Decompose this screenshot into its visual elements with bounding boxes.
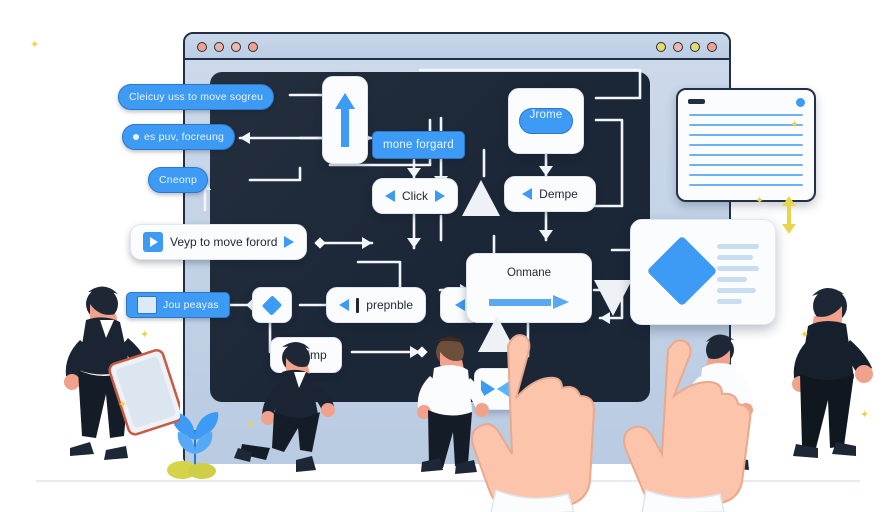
person-dark-outfit-right (792, 287, 873, 458)
arrow-left-icon (339, 299, 349, 311)
node-label: prepnble (366, 298, 413, 312)
vertical-double-arrow-icon (782, 196, 796, 234)
arrow-right-icon (435, 190, 445, 202)
arrow-right-icon (284, 236, 295, 248)
node-cleicuy-move-sogreu[interactable]: Cleicuy uss to move sogreu (118, 84, 275, 110)
arrow-up-icon (335, 93, 355, 147)
sparkle-icon-8: ✦ (790, 119, 800, 131)
diamond-icon (646, 235, 718, 307)
node-diamond-card[interactable] (252, 287, 292, 323)
sparkle-icon-5: ✦ (800, 329, 810, 341)
sparkle-icon-4: ✦ (755, 195, 765, 207)
person-carrying-tablet (64, 286, 180, 460)
detail-text-lines (717, 244, 759, 310)
window-dot-1[interactable] (197, 42, 207, 52)
window-dot-8[interactable] (707, 42, 717, 52)
sparkle-icon-1: ✦ (30, 39, 40, 51)
node-label: Jrome (518, 108, 574, 134)
window-dots-right (656, 42, 717, 52)
node-jrome-card[interactable]: Jrome (508, 88, 584, 154)
node-up-arrow-card[interactable] (322, 76, 368, 164)
play-icon (143, 232, 163, 252)
node-label: Onmane (506, 267, 552, 279)
node-es-puv-focreung[interactable]: es puv, focreung (122, 124, 236, 150)
document-text-lines (689, 114, 803, 194)
bullet-dot-icon (133, 134, 139, 140)
browser-titlebar (185, 34, 729, 60)
arrow-left-icon (385, 190, 395, 202)
node-dempe[interactable]: Dempe (504, 176, 596, 212)
node-veyp-to-move-forord[interactable]: Veyp to move forord (130, 224, 308, 260)
sparkle-icon-7: ✦ (140, 329, 150, 341)
node-mone-forgard[interactable]: mone forgard (372, 131, 465, 159)
sparkle-icon-3: ✦ (246, 419, 256, 431)
arrow-left-icon (522, 188, 533, 200)
node-label: Cleicuy uss to move sogreu (129, 91, 264, 103)
node-onmane[interactable]: Onmane (466, 253, 592, 323)
diamond-detail-card[interactable] (630, 219, 776, 325)
window-dot-5[interactable] (656, 42, 666, 52)
window-dot-4[interactable] (248, 42, 258, 52)
node-label: mone forgard (383, 139, 454, 151)
window-dot-2[interactable] (214, 42, 224, 52)
diamond-icon (261, 294, 283, 316)
node-label: Cneonp (159, 174, 197, 186)
sparkle-icon-2: ✦ (118, 399, 128, 411)
window-dots-left (197, 42, 258, 52)
sparkle-icon-6: ✦ (860, 409, 870, 421)
document-tab-icon (688, 99, 705, 104)
triangle-up-icon-1 (462, 180, 500, 216)
node-prepnble[interactable]: prepnble (326, 287, 426, 323)
node-label: es puv, focreung (144, 131, 225, 143)
node-label: Veyp to move forord (170, 235, 278, 249)
node-cneonp[interactable]: Cneonp (148, 167, 208, 193)
window-dot-6[interactable] (673, 42, 683, 52)
node-label: Click (402, 189, 428, 203)
document-card[interactable] (676, 88, 816, 202)
illustration-canvas: Cleicuy uss to move sogreu es puv, focre… (0, 0, 896, 512)
divider-bar (356, 297, 360, 313)
person-running (234, 341, 335, 472)
arrow-left-icon (455, 299, 465, 311)
arrow-right-icon (489, 295, 569, 309)
status-dot-icon (796, 98, 805, 107)
window-dot-7[interactable] (690, 42, 700, 52)
pointing-hand-right (623, 339, 752, 512)
triangle-down-icon (594, 280, 632, 316)
window-dot-3[interactable] (231, 42, 241, 52)
node-click[interactable]: Click (372, 178, 458, 214)
node-label: Dempe (539, 187, 578, 201)
